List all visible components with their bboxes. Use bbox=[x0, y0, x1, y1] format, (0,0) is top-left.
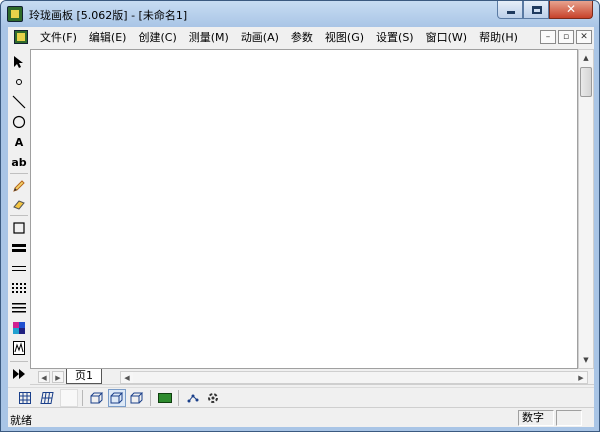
menu-bar: 文件(F) 编辑(E) 创建(C) 测量(M) 动画(A) 参数 视图(G) 设… bbox=[8, 27, 594, 47]
tool-separator bbox=[10, 361, 28, 362]
menu-create[interactable]: 创建(C) bbox=[132, 29, 182, 45]
scroll-left-icon[interactable]: ◀ bbox=[121, 372, 133, 383]
maximize-button[interactable] bbox=[523, 1, 549, 19]
status-text: 就绪 bbox=[10, 414, 32, 427]
green-rect-icon[interactable] bbox=[156, 389, 174, 407]
scroll-thumb[interactable] bbox=[580, 67, 592, 97]
page-tab-1[interactable]: 页1 bbox=[66, 369, 102, 384]
title-bar[interactable]: 玲珑画板 [5.062版] - [未命名1] ✕ bbox=[1, 1, 599, 27]
dotted-grid-icon[interactable] bbox=[10, 279, 28, 297]
oblique-grid-icon[interactable] bbox=[38, 389, 56, 407]
caption-buttons: ✕ bbox=[497, 1, 593, 20]
thin-line-icon[interactable] bbox=[10, 259, 28, 277]
lines-icon[interactable] bbox=[10, 299, 28, 317]
color-palette-icon[interactable] bbox=[10, 319, 28, 337]
grid-icon[interactable] bbox=[16, 389, 34, 407]
text-tool[interactable]: A bbox=[10, 133, 28, 151]
cube-view-1-icon[interactable] bbox=[88, 389, 106, 407]
toolbar-separator bbox=[150, 390, 151, 406]
num-lock-panel: 数字 bbox=[518, 410, 554, 426]
horizontal-scrollbar[interactable]: ◀ ▶ bbox=[120, 371, 588, 384]
document-icon[interactable] bbox=[14, 30, 28, 44]
tool-palette: A ab bbox=[8, 49, 30, 391]
vertical-scrollbar[interactable]: ▲ ▼ bbox=[578, 49, 594, 369]
fast-forward-icon[interactable] bbox=[10, 365, 28, 383]
mdi-close-button[interactable]: ✕ bbox=[576, 30, 592, 44]
point-icon[interactable] bbox=[10, 73, 28, 91]
toolbar-separator bbox=[82, 390, 83, 406]
line-icon[interactable] bbox=[10, 93, 28, 111]
menu-settings[interactable]: 设置(S) bbox=[370, 29, 420, 45]
bottom-toolbar bbox=[8, 387, 594, 407]
menu-window[interactable]: 窗口(W) bbox=[420, 29, 473, 45]
menu-help[interactable]: 帮助(H) bbox=[473, 29, 524, 45]
drawing-canvas[interactable] bbox=[30, 49, 578, 369]
blank-button[interactable] bbox=[60, 389, 78, 407]
gear-spin-icon[interactable] bbox=[204, 389, 222, 407]
menu-file[interactable]: 文件(F) bbox=[34, 29, 83, 45]
mdi-minimize-button[interactable]: – bbox=[540, 30, 556, 44]
menu-view[interactable]: 视图(G) bbox=[319, 29, 370, 45]
menu-parameter[interactable]: 参数 bbox=[285, 29, 319, 45]
minimize-button[interactable] bbox=[497, 1, 523, 19]
minimize-icon bbox=[507, 11, 515, 14]
tool-separator bbox=[10, 215, 28, 216]
arrow-select-icon[interactable] bbox=[10, 53, 28, 71]
page-tab-row: ◀ ▶ 页1 ◀ ▶ bbox=[30, 369, 594, 385]
app-window: 玲珑画板 [5.062版] - [未命名1] ✕ 文件(F) 编辑(E) 创建(… bbox=[0, 0, 600, 432]
rectangle-icon[interactable] bbox=[10, 219, 28, 237]
window-title: 玲珑画板 [5.062版] - [未命名1] bbox=[29, 9, 188, 22]
maximize-icon bbox=[532, 6, 542, 14]
scroll-up-icon[interactable]: ▲ bbox=[579, 50, 593, 66]
menu-edit[interactable]: 编辑(E) bbox=[83, 29, 133, 45]
label-tool[interactable]: ab bbox=[10, 153, 28, 171]
pencil-icon[interactable] bbox=[10, 177, 28, 195]
menu-measure[interactable]: 测量(M) bbox=[183, 29, 235, 45]
cube-view-3-icon[interactable] bbox=[128, 389, 146, 407]
scroll-down-icon[interactable]: ▼ bbox=[579, 352, 593, 368]
cube-view-2-icon[interactable] bbox=[108, 389, 126, 407]
eraser-icon[interactable] bbox=[10, 195, 28, 213]
graph-icon[interactable] bbox=[10, 339, 28, 357]
client-area: 文件(F) 编辑(E) 创建(C) 测量(M) 动画(A) 参数 视图(G) 设… bbox=[8, 27, 594, 427]
mdi-buttons: – ▫ ✕ bbox=[540, 30, 592, 44]
scroll-right-icon[interactable]: ▶ bbox=[575, 372, 587, 383]
thick-line-icon[interactable] bbox=[10, 239, 28, 257]
tab-next-icon[interactable]: ▶ bbox=[52, 371, 64, 383]
close-icon: ✕ bbox=[565, 2, 577, 16]
status-bar: 就绪 数字 bbox=[8, 407, 594, 427]
point-plot-icon[interactable] bbox=[184, 389, 202, 407]
tab-prev-icon[interactable]: ◀ bbox=[38, 371, 50, 383]
mdi-restore-button[interactable]: ▫ bbox=[558, 30, 574, 44]
menu-animation[interactable]: 动画(A) bbox=[235, 29, 285, 45]
close-button[interactable]: ✕ bbox=[549, 1, 593, 19]
app-icon[interactable] bbox=[7, 6, 23, 22]
status-panel-empty bbox=[556, 410, 582, 426]
tool-separator bbox=[10, 173, 28, 174]
toolbar-separator bbox=[178, 390, 179, 406]
circle-icon[interactable] bbox=[10, 113, 28, 131]
